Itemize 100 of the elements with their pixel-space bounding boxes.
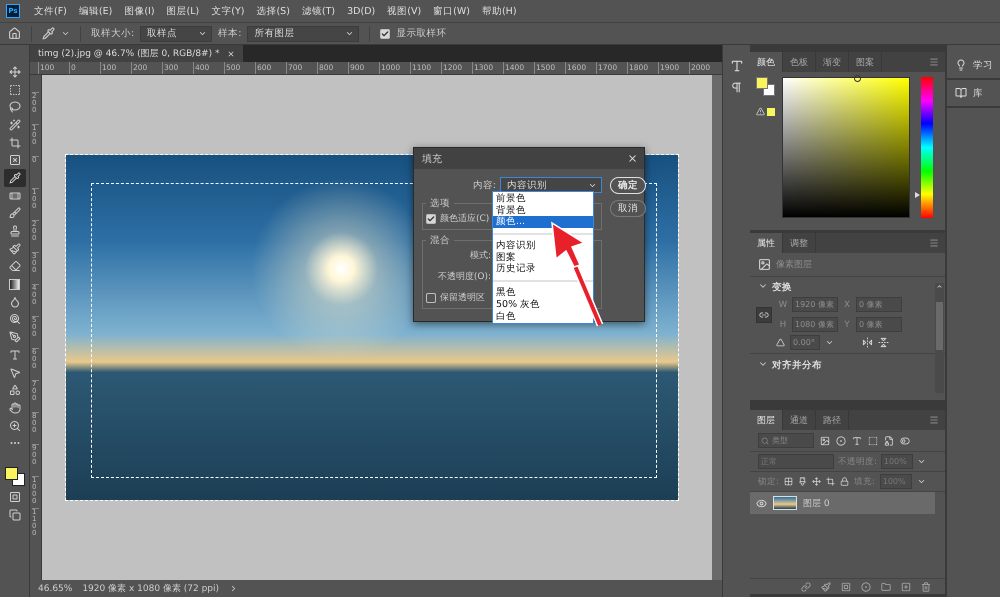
eye-icon[interactable]: [756, 498, 767, 508]
caret-icon[interactable]: [61, 29, 70, 38]
menu-option[interactable]: 图案: [493, 252, 519, 264]
brush-icon[interactable]: [798, 477, 807, 486]
effects-icon[interactable]: [821, 582, 831, 592]
close-icon[interactable]: [227, 50, 236, 58]
panel-tab[interactable]: 色板: [783, 52, 816, 72]
panel-tab[interactable]: 图案: [849, 52, 882, 72]
zoom-icon: [8, 420, 20, 432]
toggle-icon[interactable]: [900, 436, 910, 446]
mask-icon[interactable]: [841, 582, 851, 592]
folder-icon[interactable]: [881, 582, 891, 592]
panel-tab[interactable]: 属性: [750, 233, 783, 253]
caret-icon[interactable]: [345, 29, 354, 38]
pen-icon: [8, 331, 20, 344]
menu-icon[interactable]: [929, 238, 939, 248]
home-icon[interactable]: [8, 27, 21, 40]
paragraph-panel-icon[interactable]: [730, 81, 743, 94]
menu-option[interactable]: 白色: [493, 310, 519, 322]
cancel-button[interactable]: 取消: [610, 200, 646, 217]
menu-item[interactable]: 文件(F): [28, 4, 73, 18]
menu-item[interactable]: 编辑(E): [72, 4, 118, 18]
checkbox[interactable]: [426, 292, 436, 302]
menu-item[interactable]: 窗口(W): [427, 4, 476, 18]
scroll-up-icon[interactable]: [936, 283, 943, 290]
caret-icon[interactable]: [825, 338, 834, 347]
menu-item[interactable]: 视图(V): [381, 4, 428, 18]
flip-vertical-icon[interactable]: [878, 337, 889, 348]
lock-icon[interactable]: [840, 477, 849, 486]
close-icon[interactable]: [627, 153, 638, 164]
panel-tab[interactable]: 渐变: [816, 52, 849, 72]
eyedropper-icon[interactable]: [42, 27, 55, 40]
menu-item[interactable]: 3D(D): [341, 6, 382, 16]
menu-icon[interactable]: [929, 57, 939, 67]
move-icon[interactable]: [812, 477, 821, 486]
panel-tab[interactable]: 颜色: [750, 52, 783, 72]
eyedropper-icon: [8, 172, 20, 184]
gradient-icon: [9, 278, 20, 290]
caret-icon[interactable]: [198, 29, 208, 38]
color-field[interactable]: [782, 77, 910, 218]
menu-item[interactable]: 帮助(H): [476, 4, 523, 18]
menu-item[interactable]: 滤镜(T): [296, 4, 342, 18]
screen-mode-icon[interactable]: [8, 508, 20, 521]
lasso-icon: [8, 101, 20, 114]
color-picker-ring[interactable]: [854, 75, 861, 82]
new-layer-icon[interactable]: [901, 582, 911, 592]
menu-option[interactable]: 颜色...: [493, 216, 593, 228]
checkbox[interactable]: [380, 28, 390, 38]
menu-option[interactable]: 内容识别: [493, 240, 539, 252]
character-panel-icon[interactable]: [730, 59, 744, 73]
checkbox-label: 颜色适应(C): [440, 212, 490, 225]
side-panel-button[interactable]: 库: [947, 80, 1000, 108]
layer-row[interactable]: 图层 0: [750, 492, 935, 514]
sample-size-select[interactable]: 取样点: [140, 26, 212, 42]
smart-object-icon[interactable]: [884, 436, 894, 446]
image-icon[interactable]: [820, 436, 830, 446]
checkbox[interactable]: [426, 214, 436, 224]
crop-icon[interactable]: [826, 477, 835, 486]
menu-item[interactable]: 图像(I): [118, 4, 161, 18]
gamut-color-swatch[interactable]: [767, 108, 775, 116]
side-panel-button[interactable]: 学习: [947, 52, 1000, 80]
content-label: 内容:: [472, 178, 496, 192]
type-icon[interactable]: [852, 436, 862, 446]
color-swatches[interactable]: [756, 77, 776, 97]
caret-icon[interactable]: [916, 477, 926, 486]
bandage-icon: [8, 190, 20, 202]
trash-icon[interactable]: [921, 582, 931, 592]
shape-icon[interactable]: [868, 436, 878, 446]
caret-icon[interactable]: [916, 457, 926, 466]
menu-option[interactable]: 背景色: [493, 204, 529, 216]
menu-item[interactable]: 图层(L): [160, 4, 206, 18]
sample-select[interactable]: 所有图层: [247, 26, 360, 42]
layer-thumbnail: [773, 496, 797, 510]
checker-icon[interactable]: [784, 477, 793, 486]
tool-button[interactable]: [4, 169, 26, 187]
quick-mask-icon[interactable]: [8, 490, 20, 503]
adjustment-icon[interactable]: [861, 582, 871, 592]
eraser-icon: [8, 260, 20, 272]
crop-icon: [8, 136, 20, 149]
link-icon[interactable]: [759, 310, 769, 320]
menu-option[interactable]: 50% 灰色: [493, 298, 544, 310]
menu-option[interactable]: 历史记录: [493, 263, 539, 276]
panel-tab[interactable]: 图层: [750, 410, 783, 430]
foreground-color-swatch[interactable]: [4, 467, 18, 480]
menu-option[interactable]: 前景色: [493, 193, 529, 205]
menu-icon[interactable]: [929, 415, 939, 425]
panel-tab[interactable]: 路径: [816, 410, 849, 430]
document-tab[interactable]: timg (2).jpg @ 46.7% (图层 0, RGB/8#) *: [30, 45, 244, 62]
hue-thumb[interactable]: [915, 192, 920, 198]
ok-button[interactable]: 确定: [610, 177, 646, 194]
adjustment-icon[interactable]: [836, 436, 846, 446]
link-icon[interactable]: [801, 582, 811, 592]
menu-item[interactable]: 选择(S): [250, 4, 296, 18]
scroll-thumb[interactable]: [936, 302, 943, 350]
field-label: X: [843, 300, 851, 310]
menu-item[interactable]: 文字(Y): [205, 4, 250, 18]
flip-horizontal-icon[interactable]: [862, 337, 873, 348]
panel-tab[interactable]: 通道: [783, 410, 816, 430]
menu-option[interactable]: 黑色: [493, 287, 519, 299]
panel-tab[interactable]: 调整: [783, 233, 816, 253]
